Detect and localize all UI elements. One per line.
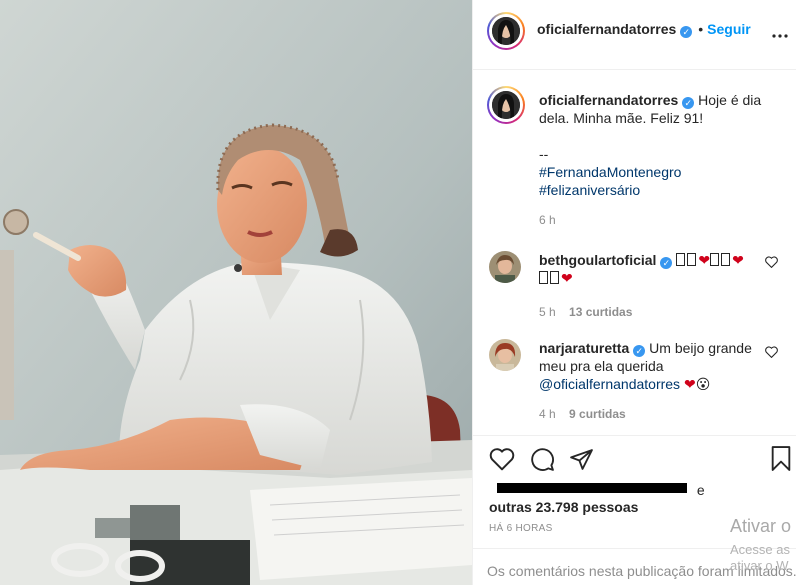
post-photo-illustration — [0, 0, 472, 585]
comment-like-heart-icon[interactable] — [765, 256, 778, 271]
likes-conjunction: e — [696, 482, 705, 498]
more-options-icon[interactable] — [772, 22, 788, 45]
comment-text-1: Um beijo grande — [649, 340, 752, 356]
separator-dot: • — [698, 21, 704, 37]
comment-time: 5 h — [539, 305, 556, 319]
comment-avatar[interactable] — [489, 251, 521, 283]
comment-username[interactable]: narjaraturetta — [539, 340, 629, 356]
caption-timestamp: 6 h — [539, 213, 556, 227]
comment-likes[interactable]: 13 curtidas — [569, 305, 632, 319]
comment-time: 4 h — [539, 407, 556, 421]
comment-avatar[interactable] — [489, 339, 521, 371]
header-user-line: oficialfernandatorres ✓ • Seguir — [537, 21, 751, 39]
windows-activation-subtitle: Acesse as ativar o W — [730, 542, 790, 573]
likes-summary: e — [497, 482, 705, 498]
comment-1: bethgoulartoficial ✓ ❤ ❤ ❤ 5 h 13 curtidas — [539, 251, 759, 321]
caption-avatar[interactable] — [487, 86, 525, 124]
heart-icon[interactable] — [489, 447, 515, 476]
hashtag-link[interactable]: #FernandaMontenegro — [539, 164, 681, 180]
avatar-image — [492, 17, 520, 45]
caption-text-2: dela. Minha mãe. Feliz 91! — [539, 110, 704, 126]
bookmark-icon[interactable] — [770, 446, 792, 476]
caption-separator: -- — [539, 146, 549, 162]
follow-button[interactable]: Seguir — [707, 21, 751, 37]
comment-icon[interactable] — [530, 447, 555, 477]
comment-likes[interactable]: 9 curtidas — [569, 407, 626, 421]
verified-badge-icon: ✓ — [633, 345, 646, 357]
caption-username[interactable]: oficialfernandatorres — [539, 92, 678, 108]
comment-avatar-image — [489, 251, 521, 283]
comment-emoji-text: ❤ ❤ — [676, 252, 744, 268]
likes-count[interactable]: outras 23.798 pessoas — [489, 499, 638, 515]
verified-badge-icon: ✓ — [660, 257, 673, 269]
caption: oficialfernandatorres ✓ Hoje é dia dela. … — [539, 91, 779, 229]
windows-activation-title: Ativar o — [730, 516, 792, 536]
comment-text-2: meu pra ela querida — [539, 358, 664, 374]
mention-link[interactable]: @oficialfernandatorres — [539, 376, 680, 392]
author-avatar[interactable] — [487, 12, 525, 50]
caption-text-1: Hoje é dia — [698, 92, 762, 108]
post-header: oficialfernandatorres ✓ • Seguir — [473, 0, 796, 70]
comment-like-heart-icon[interactable] — [765, 346, 778, 361]
comment-emoji-text-2: ❤ — [539, 269, 759, 287]
redacted-username — [497, 483, 687, 493]
comment-avatar-image — [489, 339, 521, 371]
hashtag-link[interactable]: #felizaniversário — [539, 182, 640, 198]
post-time-ago: HÁ 6 HORAS — [489, 523, 553, 534]
post-actions-bar — [473, 435, 796, 436]
post-photo — [0, 0, 472, 585]
caption-avatar-image — [492, 91, 520, 119]
post-details-panel: oficialfernandatorres ✓ • Seguir oficialfer… — [472, 0, 796, 585]
comment-2: narjaraturetta ✓ Um beijo grande meu pra … — [539, 339, 759, 423]
share-icon[interactable] — [569, 448, 594, 476]
author-username[interactable]: oficialfernandatorres — [537, 21, 676, 37]
verified-badge-icon: ✓ — [682, 97, 695, 109]
verified-badge-icon: ✓ — [680, 26, 693, 38]
comment-username[interactable]: bethgoulartoficial — [539, 252, 656, 268]
